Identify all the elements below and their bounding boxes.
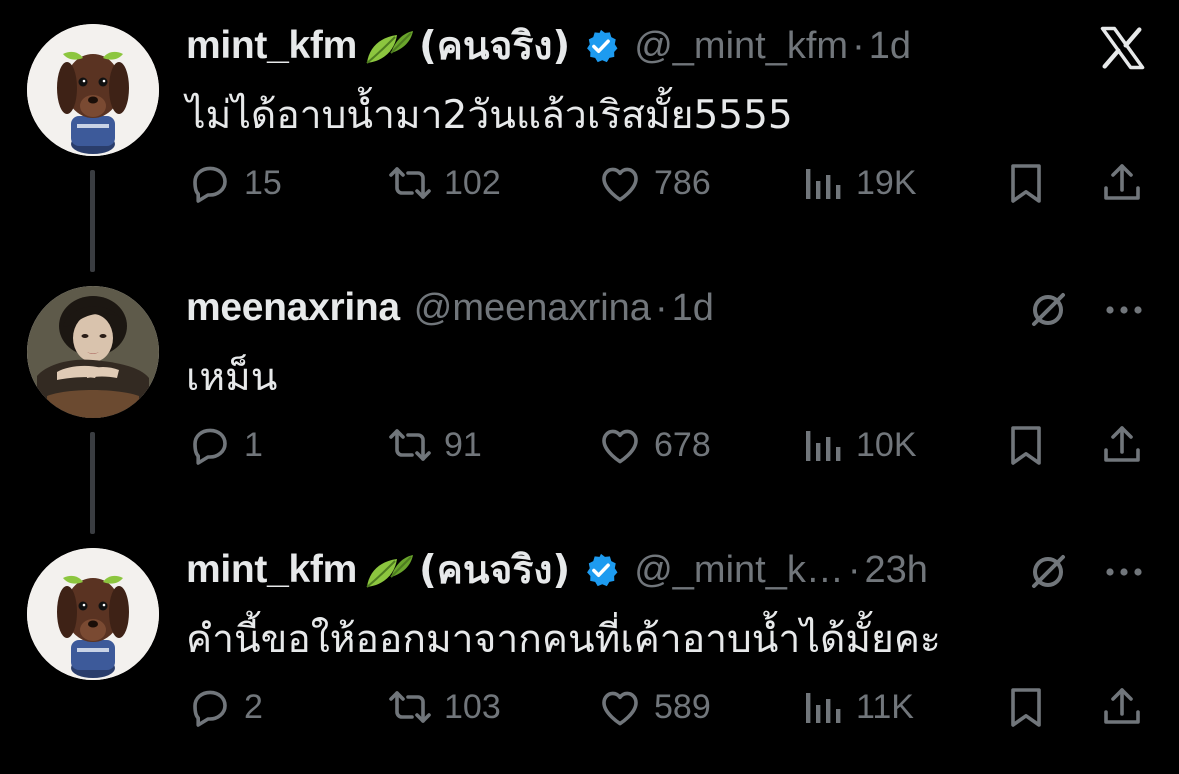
like-count: 786 xyxy=(654,163,711,202)
repost-button[interactable]: 102 xyxy=(386,158,501,208)
reply-icon xyxy=(186,683,234,731)
reply-icon xyxy=(186,421,234,469)
more-icon xyxy=(1100,286,1148,334)
tweet-header: mint_kfm (คนจริง) @_mint_k… · 23h xyxy=(186,542,928,598)
timestamp[interactable]: 23h xyxy=(865,549,928,592)
tweet-text: ไม่ได้อาบน้ำมา2วันแล้วเริสมั้ย5555 xyxy=(186,93,793,138)
avatar[interactable] xyxy=(27,286,159,418)
views-chart-icon xyxy=(798,421,846,469)
views-chart-icon xyxy=(798,683,846,731)
share-button[interactable] xyxy=(1098,158,1156,208)
view-count: 19K xyxy=(856,163,917,202)
tweet-header: mint_kfm (คนจริง) @_mint_kfm · 1d xyxy=(186,18,911,74)
thread-line xyxy=(90,432,95,534)
tweet[interactable]: mint_kfm (คนจริง) @_mint_kfm · 1d ไม่ได้… xyxy=(0,0,1179,272)
verified-badge-icon[interactable] xyxy=(582,27,620,65)
separator-dot: · xyxy=(852,24,865,67)
repost-icon xyxy=(386,159,434,207)
repost-icon xyxy=(386,421,434,469)
reply-button[interactable]: 15 xyxy=(186,158,282,208)
reply-button[interactable]: 2 xyxy=(186,682,263,732)
tweet-text: เหม็น xyxy=(186,355,278,400)
avatar[interactable] xyxy=(27,24,159,156)
heart-icon xyxy=(596,683,644,731)
display-name[interactable]: mint_kfm xyxy=(186,548,357,592)
bookmark-icon xyxy=(1002,683,1050,731)
bookmark-icon xyxy=(1002,421,1050,469)
tweet-header: meenaxrina @meenaxrina · 1d xyxy=(186,280,714,336)
action-bar: 15 102 786 19K xyxy=(186,158,1146,208)
more-options-button[interactable] xyxy=(1098,544,1150,600)
separator-dot: · xyxy=(847,548,861,591)
reply-icon xyxy=(186,159,234,207)
tweet[interactable]: meenaxrina @meenaxrina · 1d เหม็น 1 91 6… xyxy=(0,262,1179,534)
views-button[interactable]: 19K xyxy=(798,158,917,208)
reply-count: 15 xyxy=(244,163,282,202)
share-icon xyxy=(1098,159,1146,207)
like-button[interactable]: 786 xyxy=(596,158,711,208)
thread-line xyxy=(90,170,95,272)
grok-button[interactable] xyxy=(1020,544,1076,600)
reply-button[interactable]: 1 xyxy=(186,420,263,470)
user-handle[interactable]: @meenaxrina xyxy=(414,287,651,330)
views-button[interactable]: 10K xyxy=(798,420,917,470)
more-icon xyxy=(1100,548,1148,596)
views-chart-icon xyxy=(798,159,846,207)
repost-count: 91 xyxy=(444,425,482,464)
timestamp[interactable]: 1d xyxy=(672,287,714,330)
share-icon xyxy=(1098,683,1146,731)
bookmark-icon xyxy=(1002,159,1050,207)
views-button[interactable]: 11K xyxy=(798,682,914,732)
leaf-emoji-icon xyxy=(361,23,417,69)
like-count: 678 xyxy=(654,425,711,464)
grok-icon xyxy=(1024,548,1072,596)
display-name-suffix[interactable]: (คนจริง) xyxy=(419,15,570,77)
repost-button[interactable]: 103 xyxy=(386,682,501,732)
view-count: 11K xyxy=(856,687,914,726)
display-name-suffix[interactable]: (คนจริง) xyxy=(419,539,570,601)
action-bar: 1 91 678 10K xyxy=(186,420,1146,470)
repost-count: 102 xyxy=(444,163,501,202)
display-name[interactable]: meenaxrina xyxy=(186,286,400,330)
share-button[interactable] xyxy=(1098,682,1156,732)
bookmark-button[interactable] xyxy=(1002,420,1060,470)
heart-icon xyxy=(596,421,644,469)
repost-icon xyxy=(386,683,434,731)
separator-dot: · xyxy=(654,286,668,329)
share-icon xyxy=(1098,421,1146,469)
reply-count: 1 xyxy=(244,425,263,464)
like-button[interactable]: 589 xyxy=(596,682,711,732)
tweet-text: คำนี้ขอให้ออกมาจากคนที่เค้าอาบน้ำได้มั้ย… xyxy=(186,617,941,662)
leaf-emoji-icon xyxy=(361,547,417,593)
bookmark-button[interactable] xyxy=(1002,158,1060,208)
repost-button[interactable]: 91 xyxy=(386,420,482,470)
user-handle[interactable]: @_mint_k… xyxy=(634,549,844,592)
like-count: 589 xyxy=(654,687,711,726)
display-name[interactable]: mint_kfm xyxy=(186,24,357,68)
heart-icon xyxy=(596,159,644,207)
like-button[interactable]: 678 xyxy=(596,420,711,470)
more-options-button[interactable] xyxy=(1098,282,1150,338)
tweet[interactable]: mint_kfm (คนจริง) @_mint_k… · 23h คำนี้ข… xyxy=(0,524,1179,774)
grok-icon xyxy=(1024,286,1072,334)
avatar[interactable] xyxy=(27,548,159,680)
timestamp[interactable]: 1d xyxy=(869,25,911,68)
share-button[interactable] xyxy=(1098,420,1156,470)
bookmark-button[interactable] xyxy=(1002,682,1060,732)
action-bar: 2 103 589 11K xyxy=(186,682,1146,732)
user-handle[interactable]: @_mint_kfm xyxy=(634,25,848,68)
view-count: 10K xyxy=(856,425,917,464)
verified-badge-icon[interactable] xyxy=(582,551,620,589)
repost-count: 103 xyxy=(444,687,501,726)
grok-button[interactable] xyxy=(1020,282,1076,338)
reply-count: 2 xyxy=(244,687,263,726)
